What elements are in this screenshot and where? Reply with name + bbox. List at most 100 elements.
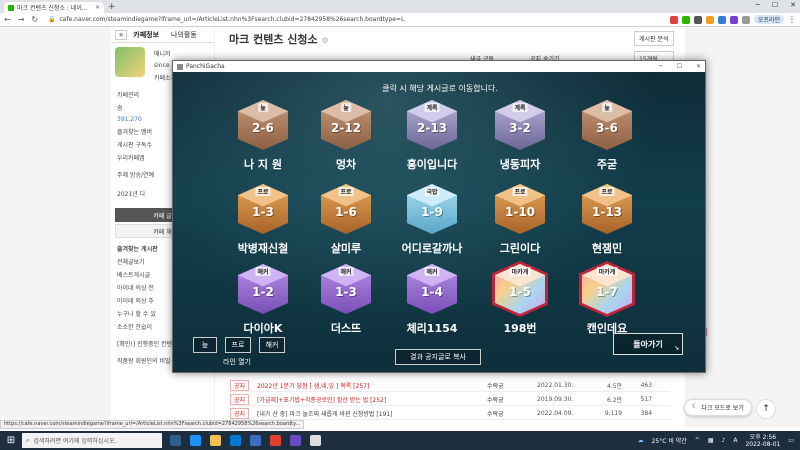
extension-icon[interactable] [729, 15, 738, 24]
gacha-tile[interactable]: 프로 1-10 그린이다 [486, 181, 554, 261]
cube-icon: 해커 1-4 [404, 261, 460, 317]
row-title[interactable]: [가급제]+표기법+각종공로민] 정산 받는 법 [252] [257, 395, 487, 404]
taskbar-search-input[interactable]: ⌕ 검색하려면 여기에 입력하십시오. [22, 433, 162, 448]
extension-icon[interactable] [693, 15, 702, 24]
browser-tab[interactable]: 마크 컨텐츠 신청소 : 네이... ✕ [4, 2, 104, 13]
settings-icon[interactable]: ⚙ [321, 36, 328, 45]
tile-name: 박병재신철 [237, 242, 289, 255]
row-views: 9,119 [604, 410, 623, 417]
app-icon[interactable] [290, 435, 301, 446]
forward-icon[interactable]: → [18, 15, 25, 24]
scroll-top-button[interactable]: ↑ [756, 399, 776, 419]
clock[interactable]: 오후 2:56 2022-08-01 [745, 434, 780, 448]
gacha-tile[interactable]: 늪 2-12 멍차 [312, 97, 380, 177]
minimize-icon[interactable]: ─ [756, 1, 760, 9]
extension-icon[interactable] [669, 15, 678, 24]
gacha-tile[interactable]: 국밥 1-9 어디로갈까나 [398, 181, 466, 261]
minimize-icon[interactable]: ─ [659, 63, 663, 70]
close-tab-icon[interactable]: ✕ [95, 4, 100, 11]
cube-icon: 국밥 1-9 [404, 181, 460, 237]
tray-up-icon[interactable]: ^ [695, 437, 700, 444]
row-title[interactable]: 2022년 1분기 당첨 [ 샘,네,잉 ] 목록 [257] [257, 381, 487, 390]
windows-start-icon[interactable]: ⊞ [0, 431, 22, 450]
url-field[interactable]: cafe.naver.com/steamindiegame?iframe_url… [59, 16, 479, 23]
close-icon[interactable]: ✕ [696, 63, 701, 70]
back-icon[interactable]: ← [4, 15, 11, 24]
volume-icon[interactable]: ♪ [722, 437, 726, 444]
row-author[interactable]: 수락궁 [487, 381, 537, 390]
browser-tab-bar: 마크 컨텐츠 신청소 : 네이... ✕ + ─ ☐ ✕ [0, 0, 800, 13]
row-author[interactable]: 수락궁 [487, 395, 537, 404]
board-analysis-button[interactable]: 게시판 분석 [634, 31, 674, 46]
weather-text[interactable]: 25°C 비 약간 [652, 436, 687, 445]
reload-icon[interactable]: ↻ [31, 15, 38, 24]
cube-icon: 늪 3-6 [579, 97, 635, 153]
tab-cafe-info[interactable]: 카페정보 [127, 30, 165, 40]
row-date: 2019.09.30. [537, 396, 574, 403]
clock-time: 오후 2:56 [749, 433, 777, 441]
extension-icon[interactable] [717, 15, 726, 24]
gacha-tile[interactable]: 늪 3-6 주굳 [573, 97, 641, 177]
row-author[interactable]: 수락궁 [487, 409, 537, 418]
tile-tag: 계륵 [424, 103, 440, 112]
task-view-icon[interactable] [170, 435, 181, 446]
store-icon[interactable] [230, 435, 241, 446]
file-explorer-icon[interactable] [210, 435, 221, 446]
tile-value: 2-12 [330, 121, 362, 135]
notification-icon[interactable]: ▭ [788, 437, 794, 444]
profile-button[interactable]: 오프라인 [753, 15, 784, 24]
extension-icon[interactable] [681, 15, 690, 24]
table-row[interactable]: 공지 [가급제]+표기법+각종공로민] 정산 받는 법 [252] 수락궁 20… [230, 394, 670, 406]
maximize-icon[interactable]: ☐ [772, 1, 778, 9]
gacha-tile[interactable]: 늪 2-6 나 지 원 [229, 97, 297, 177]
table-row[interactable]: 공지 2022년 1분기 당첨 [ 샘,네,잉 ] 목록 [257] 수락궁 2… [230, 380, 670, 392]
extension-icon[interactable] [705, 15, 714, 24]
app-icon[interactable] [310, 435, 321, 446]
table-row[interactable]: 공지 [내가 산 중] 마크 놀조찌 새롭게 바뀐 신청방법 [191] 수락궁… [230, 408, 670, 420]
tile-name: 냉동피자 [499, 158, 541, 171]
gacha-tile[interactable]: 해커 1-3 더스뜨 [312, 261, 380, 341]
gacha-tile[interactable]: 프로 1-6 살미루 [312, 181, 380, 261]
tile-name: 홍이입니다 [406, 158, 458, 171]
cube-icon: 프로 1-13 [579, 181, 635, 237]
ime-indicator[interactable]: A [733, 437, 737, 444]
weather-icon[interactable]: ☁ [638, 437, 644, 444]
row-views: 6.2만 [606, 397, 623, 404]
close-window-icon[interactable]: ✕ [790, 1, 796, 9]
copy-results-button[interactable]: 결과 공지글로 복사 [395, 349, 481, 365]
tile-name: 다이아K [243, 322, 283, 335]
edge-icon[interactable] [190, 435, 201, 446]
gacha-tile[interactable]: 해커 1-4 체리1154 [398, 261, 466, 341]
notice-badge: 공지 [230, 380, 250, 391]
gacha-tile[interactable]: 계륵 2-13 홍이입니다 [398, 97, 466, 177]
star-icon[interactable]: ★ [115, 29, 128, 40]
maximize-icon[interactable]: ☐ [677, 63, 682, 70]
menu-icon[interactable]: ⋮ [788, 15, 796, 24]
tile-value: 1-13 [591, 205, 623, 219]
board-title-text: 마크 컨텐츠 신청소 [229, 33, 318, 46]
go-back-button[interactable]: 돌아가기 ↘ [613, 333, 683, 355]
tile-value: 2-13 [416, 121, 448, 135]
filter-button-pro[interactable]: 프로 [225, 337, 251, 353]
gacha-tile[interactable]: 마카게 1-7 캔인데요 [573, 261, 641, 341]
row-title[interactable]: [내가 산 중] 마크 놀조찌 새롭게 바뀐 신청방법 [191] [257, 409, 487, 418]
lock-icon[interactable]: 🔒 [48, 16, 55, 23]
filter-button-hacker[interactable]: 해커 [259, 337, 285, 353]
gacha-tile[interactable]: 마카게 1-5 198번 [486, 261, 554, 341]
vscode-icon[interactable] [250, 435, 261, 446]
tab-my-activity[interactable]: 나의활동 [165, 30, 203, 40]
gacha-tile[interactable]: 계륵 3-2 냉동피자 [486, 97, 554, 177]
filter-button-swamp[interactable]: 늪 [193, 337, 217, 353]
new-tab-icon[interactable]: + [108, 2, 116, 12]
gacha-tile[interactable]: 해커 1-2 다이아K [229, 261, 297, 341]
gacha-tile[interactable]: 프로 1-3 박병재신철 [229, 181, 297, 261]
chrome-icon[interactable] [270, 435, 281, 446]
notice-badge: 공지 [230, 408, 250, 419]
gacha-tile[interactable]: 프로 1-13 현잼민 [573, 181, 641, 261]
network-icon[interactable]: ▦ [708, 437, 714, 444]
window-title: PanchiGacha [186, 63, 225, 70]
tile-name: 살미루 [330, 242, 362, 255]
open-line-label[interactable]: 라인 열기 [223, 357, 251, 367]
dark-mode-button[interactable]: ☾ 다크 모드로 보기 [684, 399, 752, 416]
extension-icon[interactable] [741, 15, 750, 24]
